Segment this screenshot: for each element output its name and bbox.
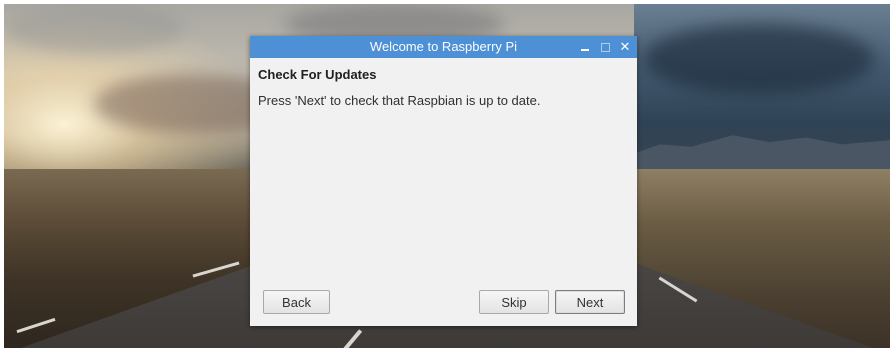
skip-button[interactable]: Skip [479, 290, 549, 314]
welcome-dialog: Welcome to Raspberry Pi ✕ Check For Upda… [250, 36, 637, 326]
dialog-titlebar[interactable]: Welcome to Raspberry Pi ✕ [250, 36, 637, 58]
page-heading: Check For Updates [258, 67, 377, 82]
wallpaper-cloud [644, 24, 874, 94]
close-icon[interactable]: ✕ [619, 39, 631, 54]
page-description: Press 'Next' to check that Raspbian is u… [258, 93, 541, 108]
dialog-content: Check For Updates Press 'Next' to check … [250, 58, 637, 108]
dialog-title: Welcome to Raspberry Pi [369, 39, 518, 54]
minimize-icon[interactable] [579, 41, 591, 53]
back-button[interactable]: Back [263, 290, 330, 314]
window-controls: ✕ [579, 36, 631, 58]
next-button[interactable]: Next [555, 290, 625, 314]
maximize-icon[interactable] [599, 41, 611, 53]
wallpaper-cloud [4, 4, 184, 54]
